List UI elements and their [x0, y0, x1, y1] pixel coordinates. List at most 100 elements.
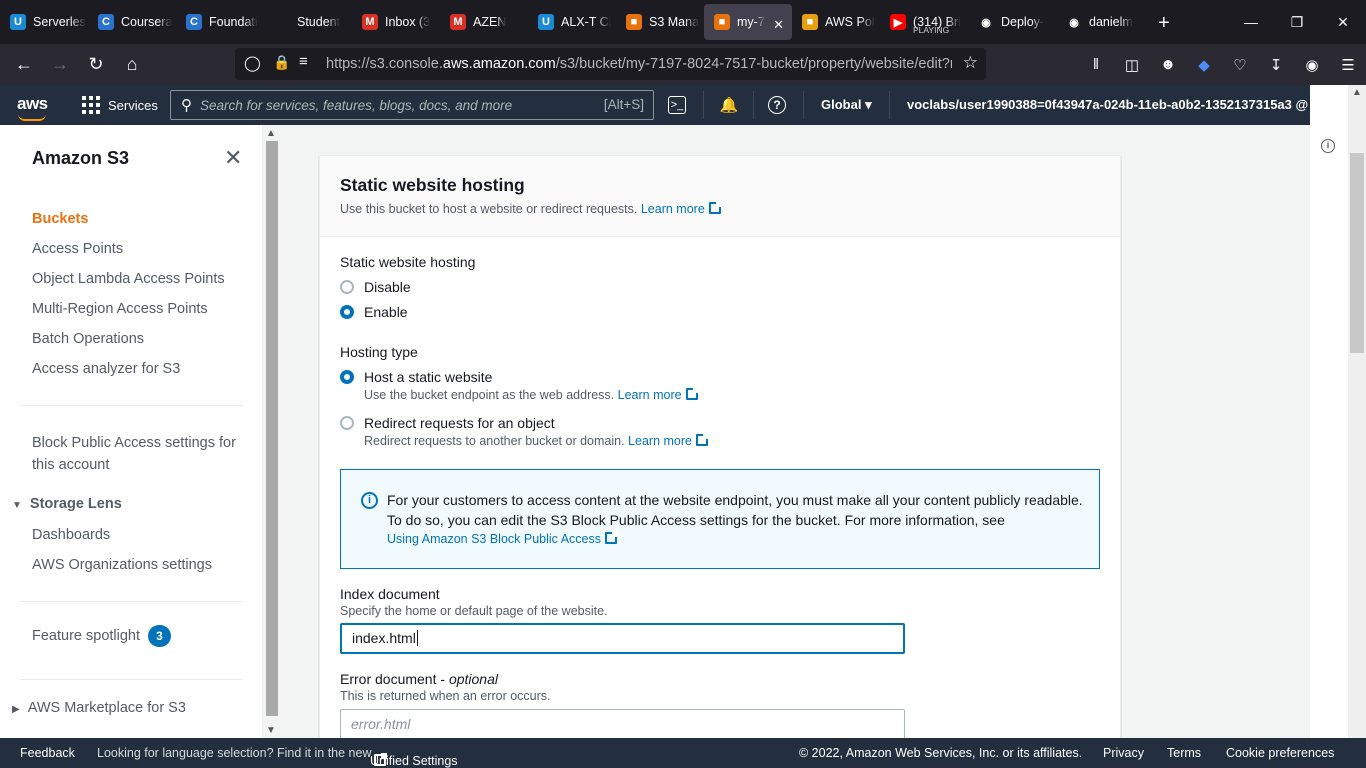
- sidebar-item-buckets[interactable]: Buckets: [32, 211, 88, 227]
- tab-title: Student: [297, 15, 341, 29]
- static-website-hosting-panel: Static website hosting Use this bucket t…: [319, 155, 1121, 738]
- browser-tab[interactable]: C Coursera: [88, 0, 176, 44]
- sidebar-item-org-settings[interactable]: AWS Organizations settings: [32, 557, 212, 573]
- block-public-access-link[interactable]: Using Amazon S3 Block Public Access: [387, 531, 618, 546]
- host-static-radio[interactable]: [340, 370, 354, 384]
- minimize-icon[interactable]: —: [1228, 0, 1274, 44]
- github-icon: ◉: [1066, 14, 1082, 30]
- close-window-icon[interactable]: ✕: [1320, 0, 1366, 44]
- sidebar-item-multi-region[interactable]: Multi-Region Access Points: [32, 301, 208, 317]
- browser-tab[interactable]: Student: [264, 0, 352, 44]
- storage-lens-section[interactable]: ▼ Storage Lens: [12, 496, 122, 512]
- help-icon[interactable]: ?: [768, 96, 786, 114]
- account-menu[interactable]: voclabs/user1990388=0f43947a-024b-11eb-a…: [907, 97, 1347, 113]
- close-tab-icon[interactable]: ✕: [773, 17, 784, 33]
- feature-count-badge: 3: [148, 625, 172, 647]
- sidebar-item-block-public-access[interactable]: Block Public Access settings for this acc…: [32, 432, 236, 476]
- terms-link[interactable]: Terms: [1167, 746, 1201, 760]
- host-static-desc: Use the bucket endpoint as the web addre…: [364, 387, 699, 402]
- browser-tab[interactable]: M AZEN: [440, 0, 528, 44]
- extension-icon[interactable]: ◆: [1186, 47, 1222, 83]
- sidebar-scroll-thumb[interactable]: [266, 141, 278, 716]
- browser-tab[interactable]: U ALX-T Cl: [528, 0, 616, 44]
- sidebar-item-dashboards[interactable]: Dashboards: [32, 527, 110, 543]
- learn-more-link[interactable]: Learn more: [628, 433, 709, 448]
- scroll-down-icon[interactable]: ▼: [266, 725, 276, 736]
- reload-icon[interactable]: ↻: [78, 47, 114, 83]
- globe-icon[interactable]: ◉: [1294, 47, 1330, 83]
- vocareum-icon: U: [10, 14, 26, 30]
- cookie-preferences-link[interactable]: Cookie preferences: [1226, 746, 1334, 760]
- close-sidebar-icon[interactable]: ✕: [224, 145, 242, 171]
- info-panel-icon[interactable]: i: [1321, 139, 1335, 153]
- privacy-link[interactable]: Privacy: [1103, 746, 1144, 760]
- hosting-type-label: Hosting type: [340, 344, 418, 360]
- download-icon[interactable]: ↧: [1258, 47, 1294, 83]
- new-tab-button[interactable]: +: [1158, 12, 1170, 35]
- tab-title: Inbox (3: [385, 15, 431, 29]
- services-menu[interactable]: Services: [82, 96, 158, 114]
- sidebar-icon[interactable]: ◫: [1114, 47, 1150, 83]
- scroll-up-icon[interactable]: ▲: [266, 128, 276, 139]
- page-scroll-thumb[interactable]: [1350, 153, 1364, 353]
- learn-more-link[interactable]: Learn more: [641, 201, 722, 216]
- region-selector[interactable]: Global ▾: [821, 97, 872, 113]
- browser-tab[interactable]: M Inbox (3: [352, 0, 440, 44]
- browser-tab[interactable]: ◉ Deploy-: [968, 0, 1056, 44]
- library-icon[interactable]: ‖: [1078, 47, 1114, 83]
- error-document-input[interactable]: error.html: [340, 709, 905, 738]
- notifications-bell-icon[interactable]: 🔔: [718, 94, 740, 116]
- learn-more-link[interactable]: Learn more: [618, 387, 699, 402]
- account-icon[interactable]: ☻: [1150, 47, 1186, 83]
- disable-radio[interactable]: [340, 280, 354, 294]
- service-search-input[interactable]: ⚲ Search for services, features, blogs, …: [170, 90, 654, 120]
- browser-tab[interactable]: ■ S3 Mana: [616, 0, 704, 44]
- caret-right-icon: ▶: [12, 704, 20, 715]
- browser-tab[interactable]: ■ AWS Pol: [792, 0, 880, 44]
- back-icon[interactable]: ←: [6, 47, 42, 83]
- blank-icon: [274, 14, 290, 30]
- sidebar-scrollbar[interactable]: ▲ ▼: [263, 125, 281, 738]
- browser-tab[interactable]: U Serverles: [0, 0, 88, 44]
- aws-cube-icon: ■: [626, 14, 642, 30]
- host-static-label[interactable]: Host a static website: [364, 369, 492, 385]
- restore-icon[interactable]: ❐: [1274, 0, 1320, 44]
- tab-playing-label: PLAYING: [913, 25, 950, 35]
- redirect-label[interactable]: Redirect requests for an object: [364, 415, 555, 431]
- sidebar-item-object-lambda[interactable]: Object Lambda Access Points: [32, 271, 225, 287]
- sidebar-item-access-points[interactable]: Access Points: [32, 241, 123, 257]
- browser-tab[interactable]: ◉ danielm: [1056, 0, 1144, 44]
- sidebar-item-marketplace[interactable]: ▶ AWS Marketplace for S3: [12, 700, 186, 716]
- menu-icon[interactable]: ☰: [1330, 47, 1366, 83]
- permissions-icon[interactable]: ≡: [299, 53, 308, 70]
- home-icon[interactable]: ⌂: [114, 47, 150, 83]
- url-text[interactable]: https://s3.console.aws.amazon.com/s3/buc…: [326, 56, 952, 72]
- aws-logo[interactable]: aws: [17, 94, 48, 121]
- forward-icon[interactable]: →: [42, 47, 78, 83]
- sidebar-item-batch-operations[interactable]: Batch Operations: [32, 331, 144, 347]
- enable-radio[interactable]: [340, 305, 354, 319]
- url-bar[interactable]: ◯ 🔒 ≡ https://s3.console.aws.amazon.com/…: [235, 48, 986, 80]
- sidebar-item-feature-spotlight[interactable]: Feature spotlight 3: [32, 625, 172, 647]
- page-scroll-up-icon[interactable]: ▲: [1352, 87, 1362, 98]
- cloudshell-icon[interactable]: >_: [668, 96, 686, 114]
- bookmark-star-icon[interactable]: ☆: [963, 53, 978, 73]
- shield-icon[interactable]: ◯: [244, 54, 261, 72]
- browser-tab[interactable]: C Foundati: [176, 0, 264, 44]
- sidebar-item-access-analyzer[interactable]: Access analyzer for S3: [32, 361, 180, 377]
- browser-tab[interactable]: ▶ (314) Bri PLAYING: [880, 0, 968, 44]
- disable-label[interactable]: Disable: [364, 279, 411, 295]
- index-document-input[interactable]: index.html: [340, 623, 905, 654]
- tab-title: Deploy-: [1001, 15, 1045, 29]
- tab-title: ALX-T Cl: [561, 15, 612, 29]
- feedback-link[interactable]: Feedback: [20, 746, 75, 760]
- right-tools-rail: i ▲: [1310, 85, 1366, 738]
- hosting-label: Static website hosting: [340, 254, 476, 270]
- redirect-radio[interactable]: [340, 416, 354, 430]
- sidebar-title: Amazon S3: [32, 148, 130, 168]
- enable-label[interactable]: Enable: [364, 304, 408, 320]
- pocket-icon[interactable]: ♡: [1222, 47, 1258, 83]
- lock-icon[interactable]: 🔒: [273, 54, 290, 71]
- browser-tab[interactable]: ■ my-7 ✕: [704, 4, 792, 40]
- panel-description: Use this bucket to host a website or red…: [340, 201, 722, 216]
